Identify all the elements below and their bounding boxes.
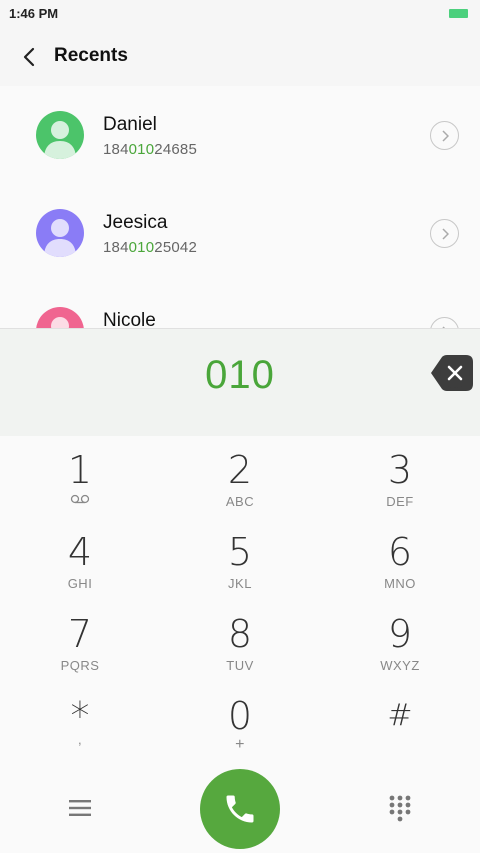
person-icon [36,111,84,159]
voicemail-icon [70,494,90,504]
key-digit: * [70,694,90,738]
key-1[interactable]: 1 [0,436,160,518]
contact-name: Jeesica [103,212,168,233]
number-entry: 010 [0,328,480,436]
menu-icon [69,800,91,816]
back-button[interactable] [14,42,44,72]
contact-name: Nicole [103,310,156,329]
phone-icon [226,795,254,823]
key-digit: 6 [387,530,413,574]
key-digit: 1 [67,448,93,492]
key-letters: TUV [226,658,254,673]
key-8[interactable]: 8 TUV [160,600,320,682]
key-3[interactable]: 3 DEF [320,436,480,518]
key-7[interactable]: 7 PQRS [0,600,160,682]
avatar [36,307,84,329]
key-letters: GHI [67,576,93,591]
avatar [36,111,84,159]
key-digit: 7 [67,612,93,656]
call-button[interactable] [200,769,280,849]
key-6[interactable]: 6 MNO [320,518,480,600]
person-icon [36,209,84,257]
key-9[interactable]: 9 WXYZ [320,600,480,682]
detail-button[interactable] [430,219,459,248]
key-digit: 0 [227,694,253,738]
list-item[interactable]: Daniel 18401024685 [0,86,480,184]
keypad-toggle-button[interactable] [384,793,416,825]
key-digit: 9 [387,612,413,656]
list-item[interactable]: Nicole [0,282,480,329]
key-5[interactable]: 5 JKL [160,518,320,600]
key-4[interactable]: 4 GHI [0,518,160,600]
key-letters: WXYZ [380,658,420,673]
back-arrow-icon [23,47,35,67]
key-letters: MNO [384,576,416,591]
key-letters: , [77,732,83,747]
key-digit: 2 [227,448,253,492]
dialpad-icon [389,795,411,822]
key-letters: DEF [386,494,414,509]
list-item[interactable]: Jeesica 18401025042 [0,184,480,282]
key-letters: + [235,736,245,753]
backspace-button[interactable] [430,354,474,392]
key-letters: ABC [225,494,255,509]
status-bar: 1:46 PM [0,0,480,28]
menu-button[interactable] [64,796,96,820]
key-digit: 4 [67,530,93,574]
key-2[interactable]: 2 ABC [160,436,320,518]
key-digit: 5 [227,530,253,574]
person-icon [36,307,84,329]
contact-number: 18401024685 [103,141,197,158]
chevron-right-icon [441,227,449,240]
key-digit: 3 [387,448,413,492]
status-time: 1:46 PM [9,6,59,21]
recents-list: Daniel 18401024685 Jeesica 18401025042 N… [0,86,480,329]
page-title: Recents [54,45,128,66]
contact-name: Daniel [103,114,157,135]
match-highlight: 010 [128,141,155,158]
dialed-number: 010 [205,353,275,397]
key-hash[interactable]: # [320,682,480,764]
contact-number: 18401025042 [103,239,197,256]
key-star[interactable]: * , [0,682,160,764]
avatar [36,209,84,257]
match-highlight: 010 [128,239,155,256]
battery-icon [449,9,468,18]
header: Recents [0,28,480,86]
chevron-right-icon [441,129,449,142]
detail-button[interactable] [430,121,459,150]
key-digit: # [387,698,413,733]
key-letters: PQRS [60,658,100,673]
key-digit: 8 [227,612,253,656]
backspace-icon [431,355,473,391]
key-letters: JKL [228,576,252,591]
key-0[interactable]: 0 + [160,682,320,764]
